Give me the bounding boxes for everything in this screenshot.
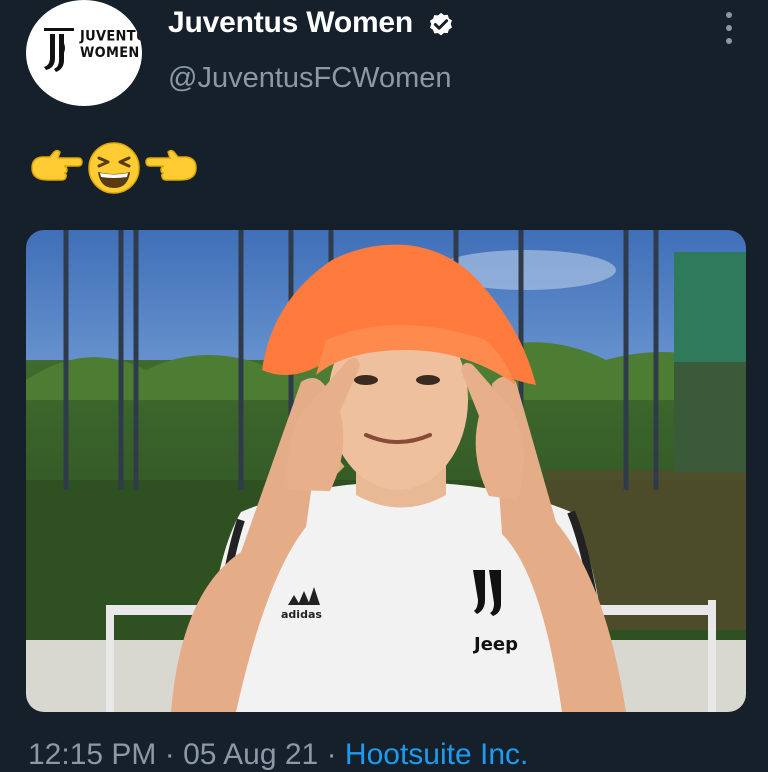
tweet-meta: 12:15 PM · 05 Aug 21 · Hootsuite Inc. (28, 738, 529, 771)
display-name[interactable]: Juventus Women (168, 6, 413, 40)
user-handle[interactable]: @JuventusFCWomen (168, 62, 452, 95)
avatar-text: JUVENTUS WOMEN (80, 28, 142, 62)
tweet-time[interactable]: 12:15 PM (28, 738, 156, 771)
tweet-media-image[interactable]: Jeep adidas (26, 230, 746, 712)
more-options-icon[interactable] (720, 12, 738, 44)
jersey-sponsor-text: Jeep (472, 634, 518, 655)
photo: Jeep adidas (26, 230, 746, 712)
pointing-right-emoji-icon (31, 149, 83, 181)
pointing-left-emoji-icon (145, 149, 197, 181)
verified-badge-icon (430, 12, 452, 36)
avatar[interactable]: JUVENTUS WOMEN (26, 0, 142, 106)
juventus-logo-icon (44, 28, 74, 72)
tweet-source-link[interactable]: Hootsuite Inc. (345, 738, 528, 771)
laughing-face-emoji-icon (88, 142, 140, 194)
tweet-text (28, 140, 200, 196)
jersey-brand-text: adidas (281, 608, 322, 621)
tweet-date[interactable]: 05 Aug 21 (183, 738, 318, 771)
